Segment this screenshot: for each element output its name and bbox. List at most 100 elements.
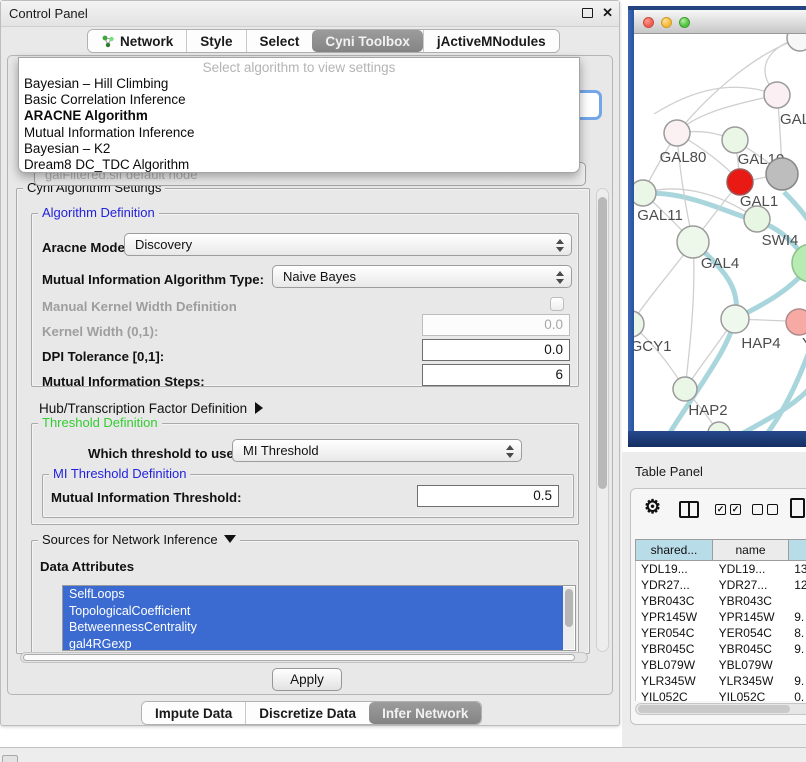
sources-toggle[interactable]: Sources for Network Inference [38, 532, 240, 547]
expanded-arrow-icon [224, 535, 236, 543]
kernel-width-input[interactable]: 0.0 [422, 314, 570, 336]
network-node-gal1[interactable] [727, 169, 753, 195]
network-edge[interactable] [677, 95, 777, 133]
network-node-gcy1[interactable] [634, 311, 644, 337]
network-node[interactable] [708, 422, 730, 431]
table-cell: YER054C [714, 625, 790, 641]
network-node[interactable] [766, 158, 798, 190]
aracne-mode-combo[interactable]: Discovery [124, 233, 572, 256]
algorithm-option[interactable]: Bayesian – K2 [19, 141, 579, 157]
network-window-titlebar[interactable] [634, 10, 806, 34]
page-icon[interactable] [790, 498, 805, 518]
column-header[interactable]: A [789, 539, 806, 561]
columns-icon[interactable] [679, 501, 699, 518]
node-label: GCY1 [634, 338, 671, 355]
network-icon [101, 34, 115, 48]
corner-button[interactable] [2, 755, 18, 762]
mi-threshold-group: MI Threshold Definition Mutual Informati… [42, 474, 574, 518]
network-node-swi4[interactable] [744, 206, 770, 232]
network-node-gal[interactable] [764, 82, 790, 108]
table-horizontal-scrollbar[interactable] [635, 703, 806, 715]
network-node-gal10[interactable] [722, 127, 748, 153]
tab-impute-data[interactable]: Impute Data [142, 702, 245, 724]
network-node-gal4[interactable] [677, 226, 709, 258]
algorithm-option[interactable]: Bayesian – Hill Climbing [19, 76, 579, 92]
dpi-tolerance-label: DPI Tolerance [0,1]: [42, 349, 164, 364]
mi-threshold-title: MI Threshold Definition [49, 466, 190, 481]
network-canvas[interactable]: GALGAL80GAL10GAL1GAL11SWI4GAL4GCY1HAP4YH… [634, 34, 806, 431]
tab-style[interactable]: Style [186, 30, 245, 52]
mi-threshold-input[interactable]: 0.5 [417, 485, 559, 507]
tab-jactivemnodules[interactable]: jActiveMNodules [423, 30, 559, 52]
table-cell: YLR345W [714, 673, 790, 689]
table-row[interactable]: YDL19...YDL19...13 [636, 561, 806, 577]
table-row[interactable]: YER054CYER054C8. [636, 625, 806, 641]
mi-steps-input[interactable]: 6 [422, 364, 570, 386]
dpi-tolerance-input[interactable]: 0.0 [422, 339, 570, 361]
attribute-item[interactable]: gal4RGexp [63, 636, 563, 652]
network-edge[interactable] [685, 242, 694, 389]
attribute-item[interactable]: TopologicalCoefficient [63, 603, 563, 620]
scrollbar-thumb[interactable] [23, 654, 575, 661]
table-cell: YBL079W [714, 657, 790, 673]
control-panel-titlebar: Control Panel ✕ [1, 1, 619, 27]
network-node[interactable] [787, 34, 806, 51]
close-traffic-icon[interactable] [643, 17, 654, 28]
table-row[interactable]: YLR345WYLR345W9. [636, 673, 806, 689]
table-row[interactable]: YBL079WYBL079W [636, 657, 806, 673]
node-label: HAP4 [741, 335, 780, 352]
which-threshold-combo[interactable]: MI Threshold [232, 439, 522, 462]
threshold-definition-title: Threshold Definition [38, 415, 162, 430]
scrollbar-thumb[interactable] [598, 197, 607, 489]
gear-icon[interactable]: ⚙ [644, 498, 661, 518]
algorithm-option[interactable]: Dream8 DC_TDC Algorithm [19, 157, 579, 173]
manual-kernel-checkbox[interactable] [550, 297, 564, 311]
column-header[interactable]: shared... [635, 539, 713, 561]
tab-discretize-data[interactable]: Discretize Data [245, 702, 369, 724]
network-node-hap4[interactable] [721, 305, 749, 333]
mi-type-combo[interactable]: Naive Bayes [272, 265, 572, 288]
network-edge-thick[interactable] [732, 386, 806, 431]
node-label: GAL11 [637, 207, 683, 224]
tab-cyni-toolbox[interactable]: Cyni Toolbox [312, 30, 423, 52]
network-node-hap2[interactable] [673, 377, 697, 401]
network-edge-thick[interactable] [784, 192, 806, 226]
table-row[interactable]: YPR145WYPR145W9. [636, 609, 806, 625]
select-all-checkboxes-icon[interactable]: ✓✓ [715, 504, 741, 515]
table-cell: YBL079W [636, 657, 714, 673]
network-edge-thick[interactable] [634, 193, 806, 262]
hub-section-toggle[interactable]: Hub/Transcription Factor Definition [39, 401, 263, 416]
window-frame [628, 431, 806, 447]
zoom-traffic-icon[interactable] [679, 17, 690, 28]
close-icon[interactable]: ✕ [602, 5, 613, 21]
scrollbar-thumb[interactable] [638, 705, 790, 713]
tab-select[interactable]: Select [246, 30, 313, 52]
scrollbar-thumb[interactable] [565, 589, 573, 627]
attribute-item[interactable]: SelfLoops [63, 586, 563, 603]
table-row[interactable]: YIL052CYIL052C0. [636, 689, 806, 701]
list-vertical-scrollbar[interactable] [563, 587, 574, 649]
settings-horizontal-scrollbar[interactable] [20, 652, 588, 663]
tab-infer-network[interactable]: Infer Network [369, 702, 481, 724]
tab-network[interactable]: Network [88, 30, 186, 52]
network-node-gal80[interactable] [664, 120, 690, 146]
algorithm-option[interactable]: ARACNE Algorithm [19, 108, 579, 124]
network-node-y[interactable] [786, 309, 806, 335]
minimize-traffic-icon[interactable] [661, 17, 672, 28]
table-row[interactable]: YBR045CYBR045C9. [636, 641, 806, 657]
table-row[interactable]: YDR27...YDR27...12 [636, 577, 806, 593]
network-node[interactable] [792, 244, 806, 282]
table-cell: 9. [789, 673, 806, 689]
column-header[interactable]: name [713, 539, 789, 561]
apply-button[interactable]: Apply [272, 668, 342, 691]
table-row[interactable]: YBR043CYBR043C [636, 593, 806, 609]
data-attributes-list[interactable]: SelfLoopsTopologicalCoefficientBetweenne… [62, 585, 576, 651]
float-window-icon[interactable] [582, 8, 593, 18]
control-panel-title: Control Panel [9, 6, 88, 21]
algorithm-option[interactable]: Basic Correlation Inference [19, 92, 579, 108]
attribute-item[interactable]: BetweennessCentrality [63, 619, 563, 636]
settings-vertical-scrollbar[interactable] [596, 188, 609, 652]
deselect-all-checkboxes-icon[interactable] [752, 504, 778, 515]
algorithm-option[interactable]: Mutual Information Inference [19, 125, 579, 141]
network-node-gal11[interactable] [634, 180, 656, 206]
